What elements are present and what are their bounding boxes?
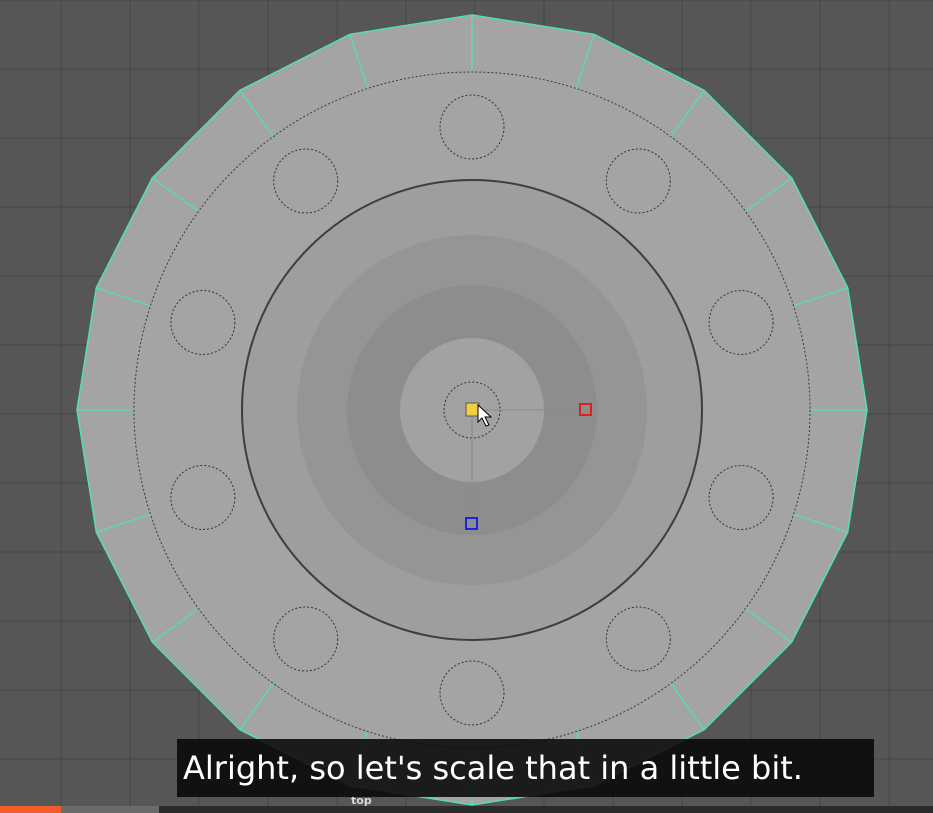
subtitle-caption: Alright, so let's scale that in a little… xyxy=(177,739,874,797)
top-viewport[interactable]: top xyxy=(0,0,933,813)
video-progress-bar[interactable] xyxy=(0,806,933,813)
viewport-canvas[interactable] xyxy=(0,0,933,813)
progress-fill[interactable] xyxy=(0,806,61,813)
scale-handle-center[interactable] xyxy=(465,402,480,417)
subtitle-text: Alright, so let's scale that in a little… xyxy=(183,749,803,787)
